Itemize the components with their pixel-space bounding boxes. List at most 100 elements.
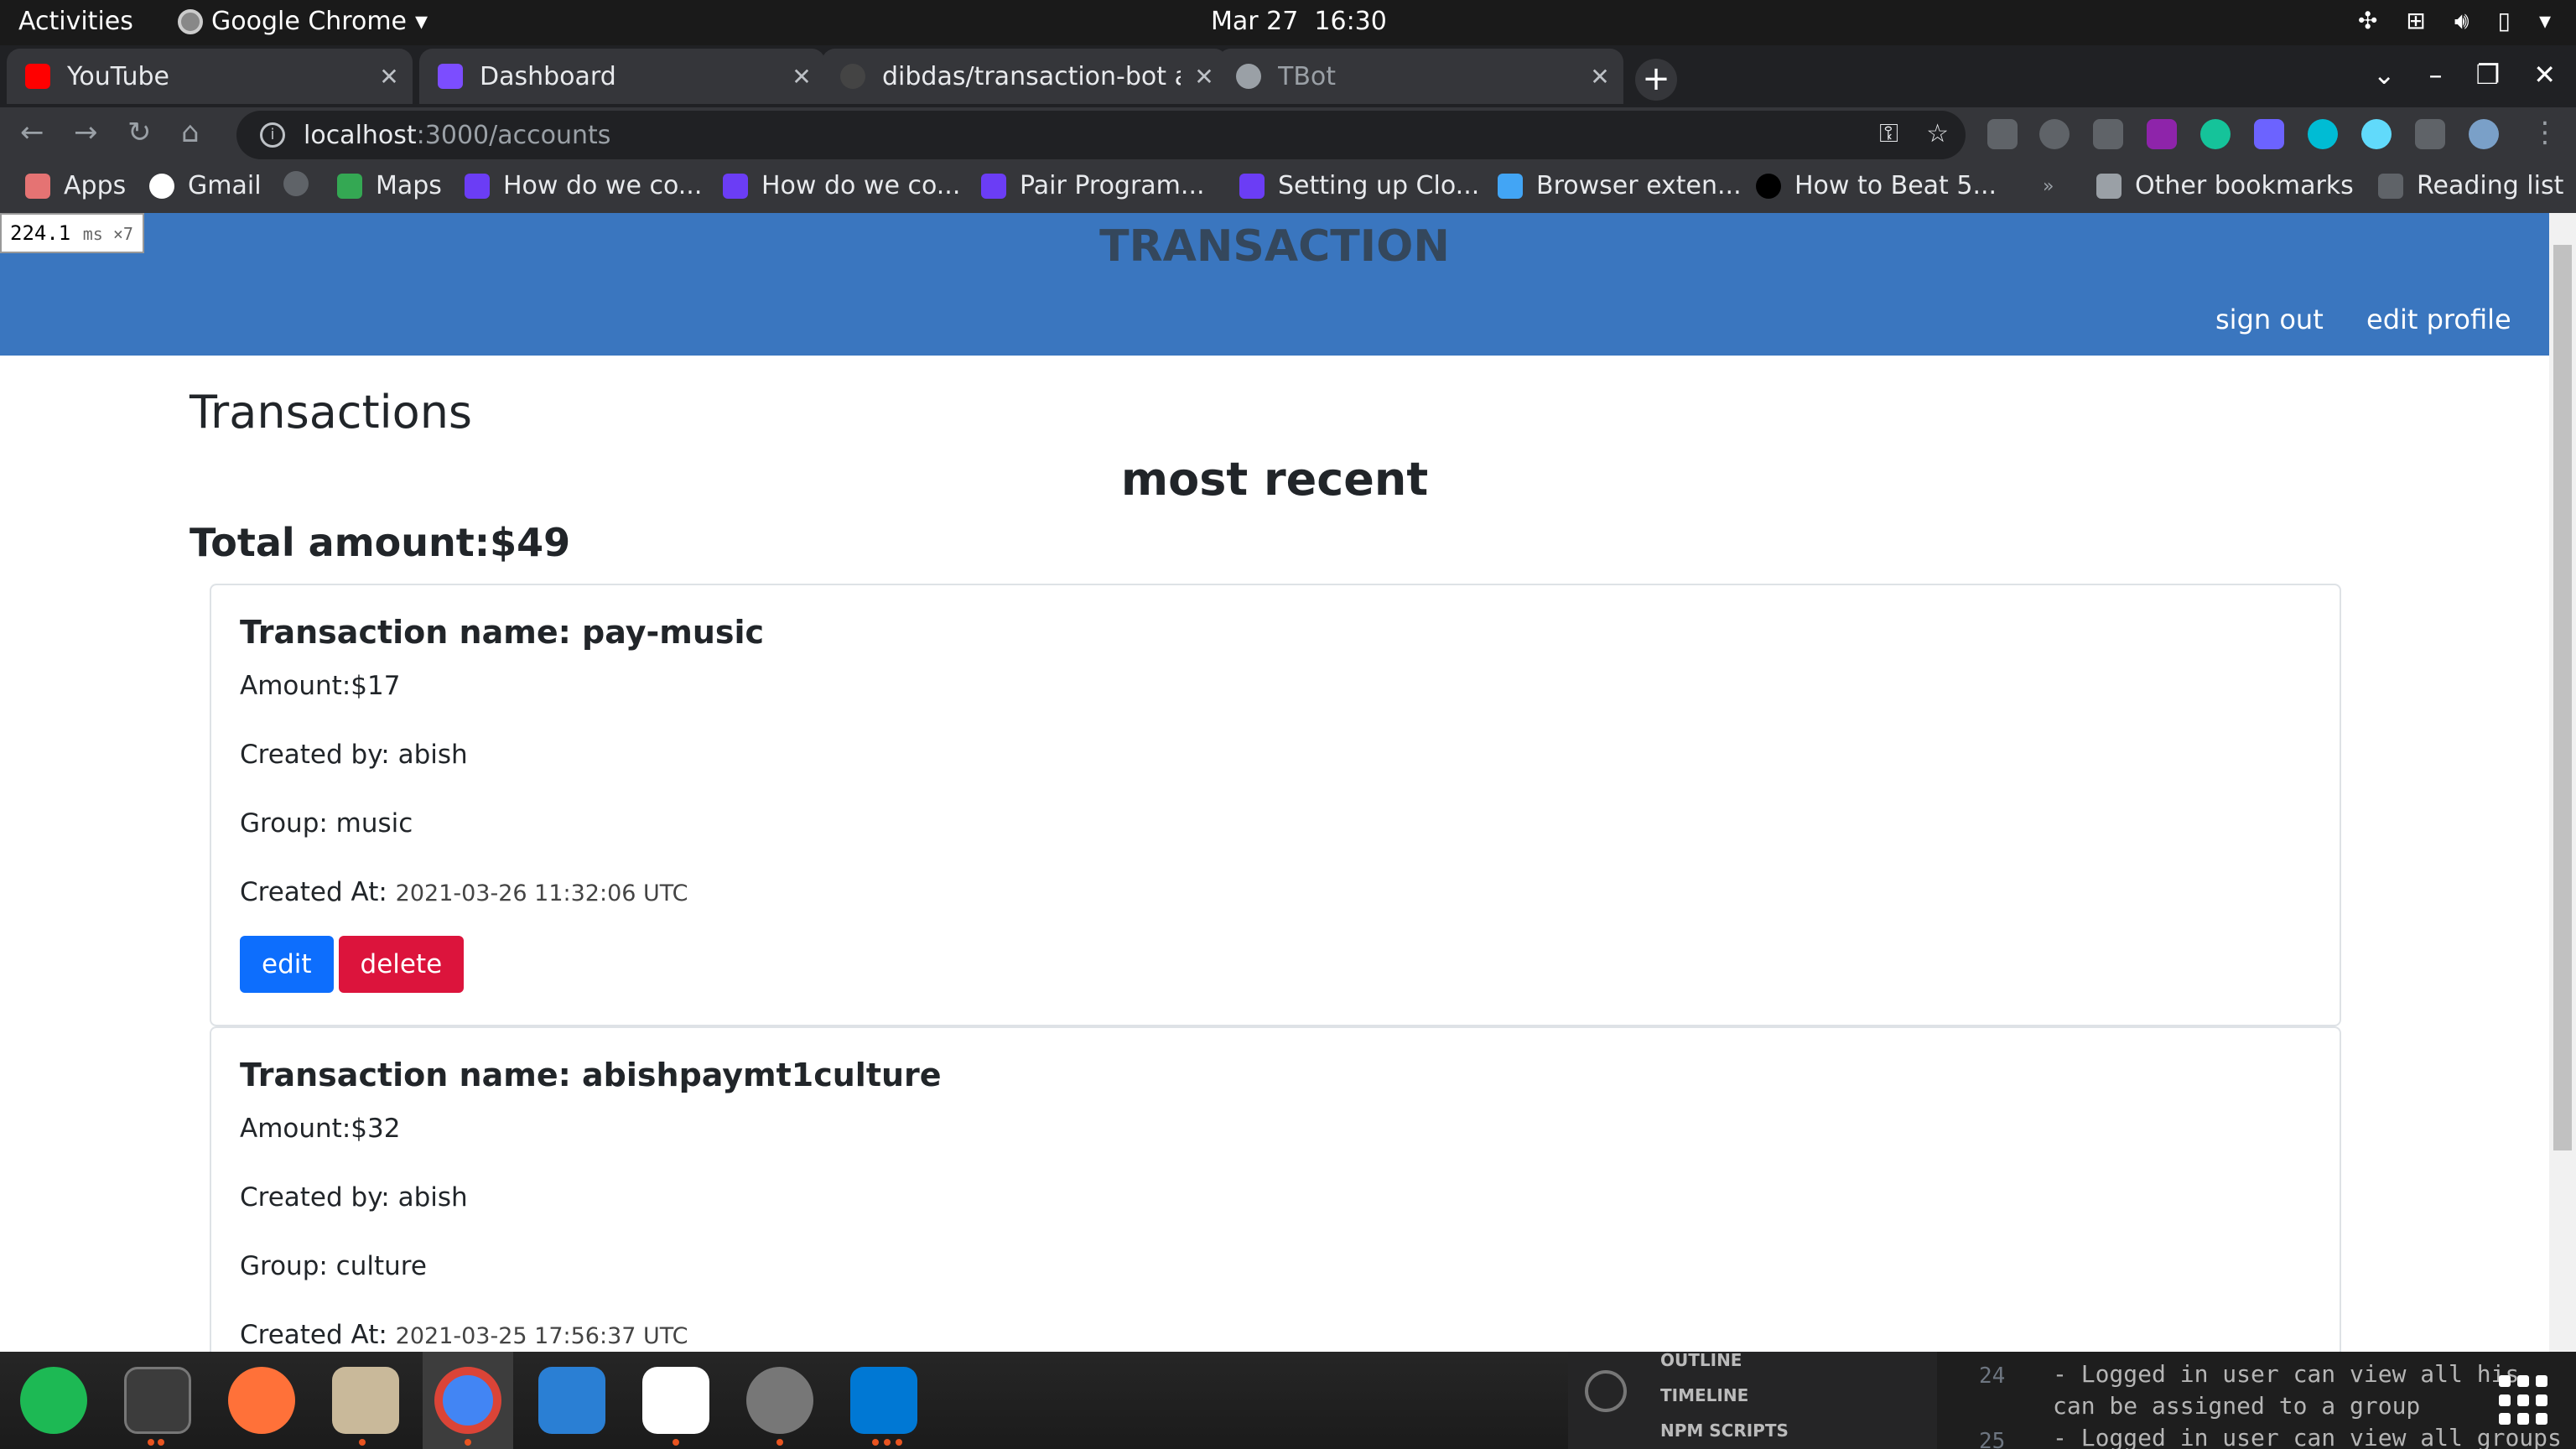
total-amount: Total amount:$49: [190, 520, 571, 565]
vscode-icon[interactable]: [850, 1367, 917, 1434]
writer-icon[interactable]: [538, 1367, 605, 1434]
grammarly-icon[interactable]: [2200, 119, 2231, 149]
tab-youtube[interactable]: YouTube ✕: [7, 49, 413, 104]
close-icon[interactable]: ✕: [778, 63, 825, 91]
scrollbar-thumb[interactable]: [2553, 245, 2572, 1150]
page-scrollbar[interactable]: [2549, 213, 2576, 1352]
bookmark-item[interactable]: Pair Program...: [981, 171, 1205, 200]
perf-overlay: 224.1 ms ×7: [0, 213, 144, 253]
react-devtools-icon[interactable]: [2361, 119, 2392, 149]
edit-button[interactable]: edit: [240, 936, 334, 993]
dashboard-icon: [438, 64, 463, 89]
extension-star-icon[interactable]: [2254, 119, 2284, 149]
tab-dashboard[interactable]: Dashboard ✕: [419, 49, 825, 104]
chrome-icon: [178, 8, 203, 34]
slack-icon[interactable]: [642, 1367, 709, 1434]
extension-eye-icon[interactable]: [2308, 119, 2338, 149]
google-icon: [149, 173, 174, 199]
more-bookmarks-icon[interactable]: »: [2043, 176, 2054, 197]
bookmark-globe[interactable]: [283, 171, 322, 196]
bookmark-gmail[interactable]: Gmail: [149, 171, 262, 200]
extension-radio-icon[interactable]: [2147, 119, 2177, 149]
sign-out-link[interactable]: sign out: [2215, 304, 2324, 335]
bookmark-apps[interactable]: Apps: [25, 171, 126, 200]
created-at-value: 2021-03-25 17:56:37 UTC: [395, 1323, 688, 1349]
gear-icon[interactable]: [1585, 1370, 1627, 1412]
terminal-icon[interactable]: [124, 1367, 191, 1434]
site-brand[interactable]: TRANSACTION: [0, 221, 2549, 272]
key-icon[interactable]: ⚿: [1879, 119, 1898, 148]
menu-kebab-icon[interactable]: ⋮: [2531, 116, 2559, 149]
close-window-icon[interactable]: ✕: [2533, 59, 2556, 91]
star-icon[interactable]: ☆: [1926, 119, 1949, 148]
running-indicator: [884, 1439, 891, 1446]
bookmark-item[interactable]: How to Beat 5...: [1756, 171, 1997, 200]
files-icon[interactable]: [332, 1367, 399, 1434]
bookmark-item[interactable]: Browser exten...: [1498, 171, 1742, 200]
minimize-icon[interactable]: –: [2429, 59, 2443, 91]
settings-icon[interactable]: [746, 1367, 813, 1434]
tab-search-icon[interactable]: ⌄: [2373, 59, 2396, 91]
bookmark-reading-list[interactable]: Reading list: [2378, 171, 2563, 200]
bookmark-item[interactable]: How do we co...: [723, 171, 960, 200]
close-icon[interactable]: ✕: [1576, 63, 1623, 91]
bookmark-other[interactable]: Other bookmarks: [2096, 171, 2354, 200]
page-title: Transactions: [190, 386, 473, 439]
chrome-icon[interactable]: [434, 1367, 501, 1434]
extensions-puzzle-icon[interactable]: [2415, 119, 2445, 149]
extension-square-icon[interactable]: [2093, 119, 2123, 149]
tab-label: YouTube: [67, 61, 169, 91]
panel-npm-scripts[interactable]: NPM SCRIPTS: [1660, 1420, 1789, 1441]
tab-github[interactable]: dibdas/transaction-bot at ✕: [822, 49, 1228, 104]
extension-ed-icon[interactable]: [1987, 119, 2018, 149]
close-icon[interactable]: ✕: [366, 63, 413, 91]
slack-tray-icon[interactable]: ✣: [2358, 7, 2377, 35]
activities-button[interactable]: Activities: [18, 7, 133, 36]
bookmark-item[interactable]: Setting up Clo...: [1239, 171, 1479, 200]
transaction-card: Transaction name: pay-music Amount:$17 C…: [210, 584, 2341, 1026]
firefox-icon[interactable]: [228, 1367, 295, 1434]
miro-icon: [1239, 173, 1265, 199]
app-menu[interactable]: Google Chrome ▾: [178, 7, 428, 36]
running-indicator: [872, 1439, 879, 1446]
folder-icon: [2096, 173, 2122, 199]
running-indicator: [148, 1439, 154, 1446]
tab-label: Dashboard: [480, 61, 616, 91]
address-bar[interactable]: i localhost:3000/accounts ⚿ ☆: [236, 111, 1966, 159]
edit-profile-link[interactable]: edit profile: [2366, 304, 2511, 335]
spotify-icon[interactable]: [20, 1367, 87, 1434]
volume-icon[interactable]: 🔊︎: [2454, 7, 2470, 35]
tab-tbot[interactable]: TBot ✕: [1218, 49, 1623, 104]
chevron-down-icon: ▾: [415, 7, 428, 36]
bookmark-item[interactable]: How do we co...: [465, 171, 702, 200]
tab-strip: YouTube ✕ Dashboard ✕ dibdas/transaction…: [0, 45, 2576, 107]
back-icon[interactable]: ←: [20, 116, 44, 149]
system-tray[interactable]: ✣ ⊞ 🔊︎ ▯ ▾: [2358, 7, 2551, 35]
info-icon[interactable]: i: [260, 122, 285, 148]
home-icon[interactable]: ⌂: [181, 116, 200, 149]
maximize-icon[interactable]: ❐: [2476, 59, 2501, 91]
transaction-name: Transaction name: abishpaymt1culture: [240, 1057, 942, 1093]
forward-icon[interactable]: →: [74, 116, 98, 149]
window-controls: ⌄ – ❐ ✕: [2373, 59, 2556, 91]
transaction-group: Group: culture: [240, 1251, 427, 1281]
delete-button[interactable]: delete: [338, 936, 465, 993]
time-text: 16:30: [1314, 7, 1387, 36]
clock[interactable]: Mar 27 16:30: [1211, 7, 1387, 36]
new-tab-button[interactable]: +: [1635, 59, 1677, 101]
chevron-down-icon[interactable]: ▾: [2539, 7, 2551, 35]
reading-list-icon: [2378, 173, 2403, 199]
battery-icon[interactable]: ▯: [2498, 7, 2511, 35]
panel-timeline[interactable]: TIMELINE: [1660, 1385, 1748, 1405]
created-at-label: Created At:: [240, 1320, 387, 1350]
extension-circle-icon[interactable]: [2039, 119, 2070, 149]
panel-outline[interactable]: OUTLINE: [1660, 1350, 1742, 1370]
bookmark-maps[interactable]: Maps: [337, 171, 442, 200]
reload-icon[interactable]: ↻: [127, 116, 152, 149]
miro-icon: [981, 173, 1006, 199]
network-icon[interactable]: ⊞: [2406, 7, 2425, 35]
flutter-icon: [1498, 173, 1523, 199]
profile-avatar[interactable]: [2469, 119, 2499, 149]
show-applications-icon[interactable]: [2499, 1375, 2549, 1426]
transaction-amount: Amount:$17: [240, 671, 401, 701]
